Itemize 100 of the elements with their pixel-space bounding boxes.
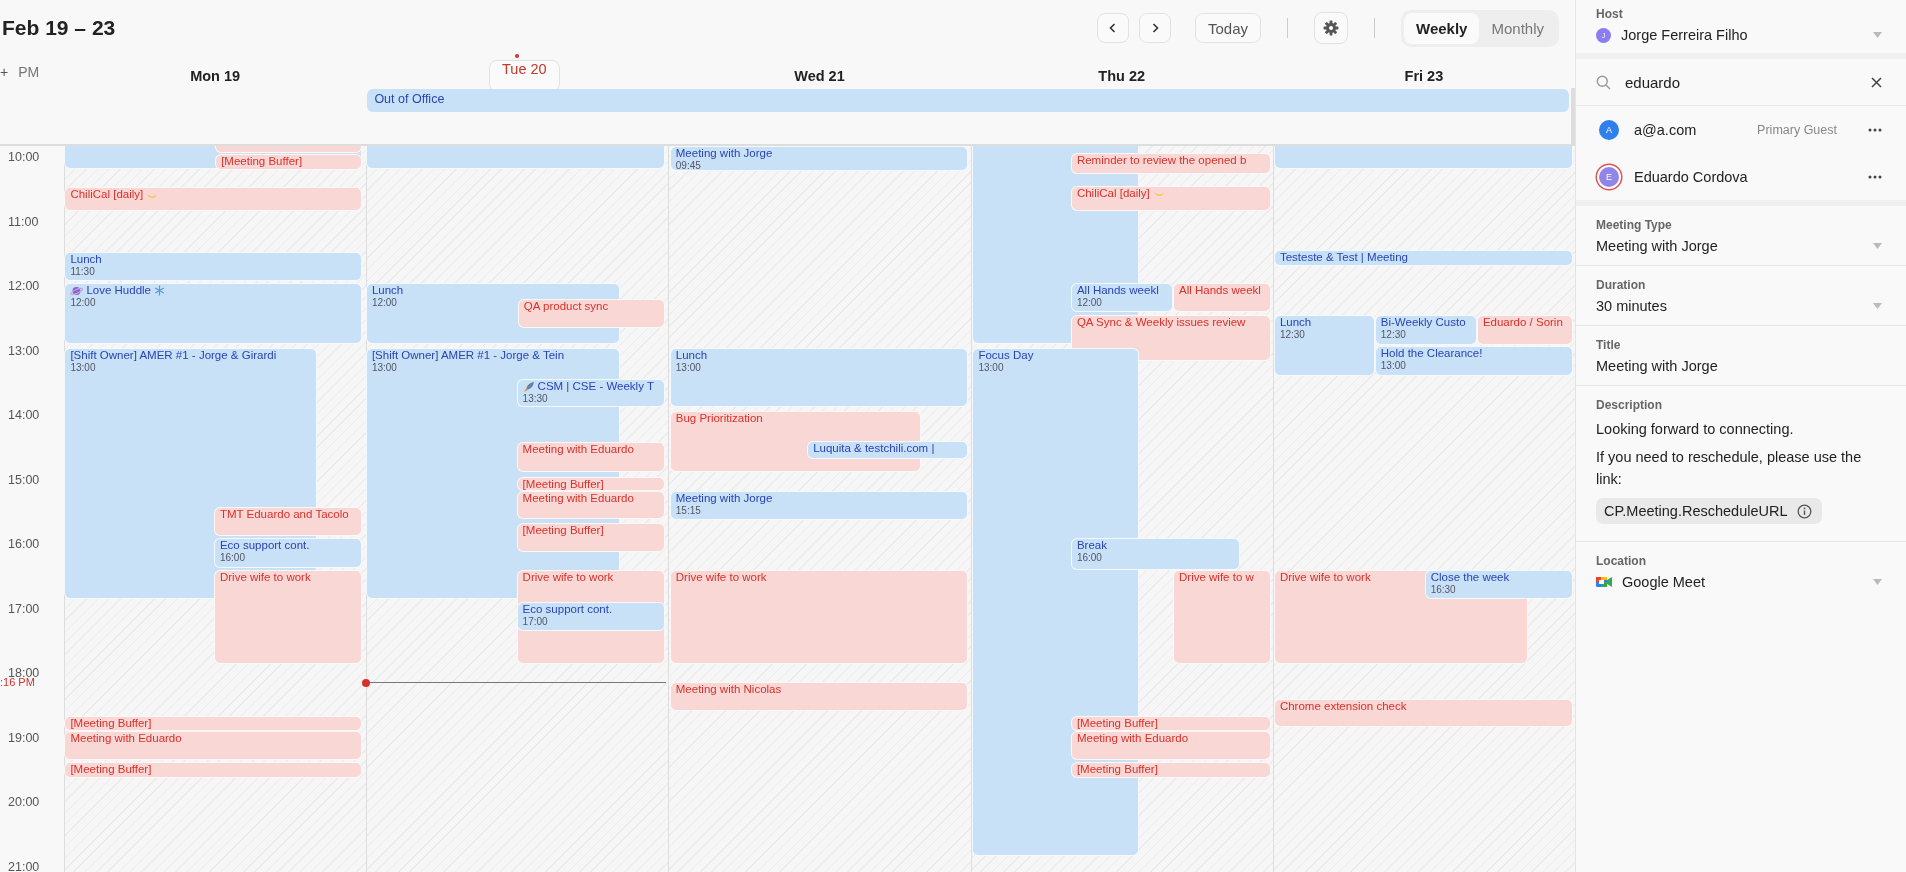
calendar-event[interactable]: Lunch 11:30 <box>64 251 363 281</box>
hour-label: 12:00 <box>8 279 40 293</box>
event-title: Lunch <box>371 284 404 298</box>
hour-label: 10:00 <box>8 150 40 164</box>
calendar-event[interactable]: Testeste & Test | Meeting <box>1273 250 1573 267</box>
event-title: ChiliCal [daily] <box>1076 186 1150 200</box>
dropdown-value[interactable]: Meeting with Jorge <box>1596 238 1718 254</box>
calendar-event[interactable]: Close the week 16:30 <box>1424 570 1573 600</box>
search-field[interactable]: eduardo <box>1625 73 1857 91</box>
event-title: Eduardo / Sorin <box>1482 315 1563 329</box>
day-header: Fri 23 <box>1404 67 1444 85</box>
location-value[interactable]: Google Meet <box>1622 574 1706 590</box>
event-title: [Meeting Buffer] <box>522 477 604 491</box>
close-icon[interactable] <box>1871 76 1882 88</box>
settings-button[interactable] <box>1314 12 1349 44</box>
calendar-event[interactable]: Eco support cont. 16:00 <box>213 538 363 568</box>
calendar-event[interactable]: Eco support cont. 17:00 <box>516 601 665 631</box>
info-icon <box>1796 503 1812 519</box>
calendar-event[interactable]: Reminder to review the opened b <box>1070 153 1272 174</box>
guest-name: Eduardo Cordova <box>1634 168 1748 185</box>
event-title: Reminder to review the opened b <box>1076 154 1247 168</box>
timezone-prefix: + <box>0 64 9 80</box>
next-week-button[interactable] <box>1139 13 1171 43</box>
event-time: 12:00 <box>371 297 397 309</box>
hour-label: 21:00 <box>8 859 40 872</box>
field-label: Title <box>1596 338 1622 352</box>
event-title: All Hands weekl <box>1179 284 1261 298</box>
calendar-event[interactable]: [Meeting Buffer] <box>1070 762 1272 778</box>
avatar: E <box>1599 166 1619 187</box>
calendar-event[interactable]: Meeting with Eduardo <box>1070 730 1272 760</box>
calendar-event[interactable]: Meeting with Eduardo <box>516 442 665 472</box>
event-title: Drive wife to work <box>1279 571 1371 585</box>
calendar-event[interactable]: Drive wife to work <box>669 570 968 664</box>
event-title: Meeting with Jorge <box>675 492 773 506</box>
event-time: 16:00 <box>219 552 245 564</box>
view-tab[interactable]: Monthly <box>1479 12 1556 44</box>
event-time: 13:00 <box>675 361 701 373</box>
calendar-event[interactable]: TMT Eduardo and Tacolo <box>213 506 363 537</box>
event-title: Eco support cont. <box>522 602 613 616</box>
today-button[interactable]: Today <box>1195 13 1262 43</box>
event-title: Focus Day <box>978 348 1034 362</box>
calendar-event[interactable]: ChiliCal [daily] <box>1070 185 1272 212</box>
rocket-icon <box>522 380 535 393</box>
calendar-event[interactable]: Meeting with Jorge 09:45 <box>669 146 968 172</box>
calendar-event[interactable]: Lunch 13:00 <box>669 347 968 408</box>
event-time: 16:00 <box>1076 552 1102 564</box>
view-tab[interactable]: Weekly <box>1404 12 1480 44</box>
calendar-event[interactable]: [Meeting Buffer] <box>516 522 665 552</box>
description-text: Looking forward to connecting. <box>1596 420 1795 439</box>
calendar-event[interactable]: Hold the Clearance! 13:00 <box>1374 346 1573 376</box>
calendar-event[interactable]: Meeting with Eduardo <box>516 491 665 520</box>
day-header: Mon 19 <box>190 67 241 85</box>
calendar-event[interactable]: Bi-Weekly Custo 12:30 <box>1374 314 1477 346</box>
event-title: All Hands weekl <box>1076 284 1159 298</box>
gear-icon <box>1323 20 1340 36</box>
event-time: 13:00 <box>1380 360 1406 372</box>
hour-label: 17:00 <box>8 601 40 616</box>
event-title: Close the week <box>1430 571 1510 585</box>
calendar-event[interactable]: Meeting with Eduardo <box>64 730 363 760</box>
field-value[interactable]: Meeting with Jorge <box>1596 358 1718 374</box>
event-title: Bug Prioritization <box>675 411 763 425</box>
more-icon[interactable] <box>1868 174 1882 179</box>
event-time: 16:30 <box>1430 584 1456 596</box>
calendar-event[interactable]: Meeting with Jorge 15:15 <box>669 491 968 521</box>
dropdown-value[interactable]: 30 minutes <box>1596 298 1667 314</box>
more-icon[interactable] <box>1868 127 1882 132</box>
calendar-event[interactable]: [Meeting Buffer] <box>215 154 363 171</box>
calendar-event[interactable]: QA product sync <box>517 299 665 329</box>
calendar-event[interactable]: CSM | CSE - Weekly T 13:30 <box>516 379 665 408</box>
calendar-event[interactable]: All Hands weekl 12:00 <box>1070 283 1173 313</box>
event-time: 13:00 <box>978 361 1004 373</box>
calendar-event[interactable]: ChiliCal [daily] <box>64 187 363 212</box>
calendar-event[interactable]: Luquita & testchili.com | <box>807 441 968 460</box>
event-title: Meeting with Nicolas <box>675 682 782 696</box>
snowflake-icon <box>154 285 165 297</box>
previous-week-button[interactable] <box>1097 13 1129 43</box>
variable-chip[interactable]: CP.Meeting.RescheduleURL <box>1596 498 1822 524</box>
event-time: 13:00 <box>371 361 397 373</box>
date-range-title: Feb 19 – 23 <box>2 16 116 40</box>
calendar-event[interactable]: Meeting with Nicolas <box>669 681 968 712</box>
event-title: Meeting with Jorge <box>675 146 773 160</box>
planet-icon <box>70 284 84 297</box>
calendar-event[interactable]: All Hands weekl <box>1173 283 1272 313</box>
event-title: [Shift Owner] AMER #1 - Jorge & Girardi <box>70 348 277 362</box>
calendar-event[interactable]: Drive wife to work <box>213 570 363 664</box>
event-time: 13:30 <box>522 393 548 405</box>
event-title: Bi-Weekly Custo <box>1380 315 1466 329</box>
event-title: Meeting with Eduardo <box>70 731 182 745</box>
event-time: 15:15 <box>675 505 701 517</box>
calendar-event[interactable]: Drive wife to w <box>1173 570 1272 664</box>
calendar-event[interactable]: Chrome extension check <box>1273 698 1573 727</box>
calendar-event[interactable]: [Meeting Buffer] <box>64 762 363 778</box>
calendar-event[interactable]: Break 16:00 <box>1070 538 1240 571</box>
event-title: Love Huddle <box>86 284 151 298</box>
all-day-event[interactable]: Out of Office <box>367 89 1569 112</box>
field-label: Duration <box>1596 278 1647 292</box>
calendar-event[interactable]: Lunch 12:30 <box>1273 314 1375 376</box>
calendar-event[interactable]: Love Huddle 12:00 <box>64 283 363 344</box>
calendar-event[interactable]: Eduardo / Sorin <box>1476 314 1573 346</box>
timezone-label: PM <box>18 64 40 80</box>
